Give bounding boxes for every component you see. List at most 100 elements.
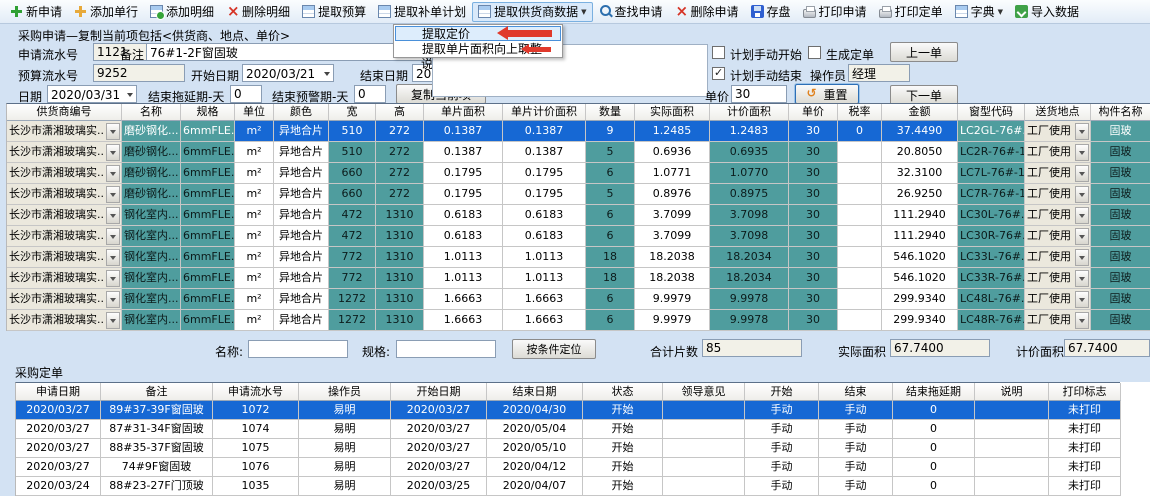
cell[interactable]: 2020/05/10 xyxy=(487,439,583,458)
cell[interactable]: LC33R-76#... xyxy=(958,268,1025,289)
cell[interactable]: 1310 xyxy=(376,247,424,268)
cell[interactable]: 手动 xyxy=(819,477,893,496)
cell[interactable]: 9 xyxy=(586,121,635,142)
cell[interactable]: m² xyxy=(235,142,274,163)
cell[interactable]: 易明 xyxy=(299,439,391,458)
cell[interactable]: 长沙市潇湘玻璃实... xyxy=(7,184,122,205)
cell[interactable]: 30 xyxy=(789,226,838,247)
cell[interactable]: m² xyxy=(235,268,274,289)
cell[interactable]: 固玻 xyxy=(1091,310,1150,331)
filter-spec-input[interactable] xyxy=(396,340,496,358)
toolbar-new-application[interactable]: 新申请 xyxy=(4,2,68,22)
column-header[interactable]: 操作员 xyxy=(299,383,391,401)
cell[interactable]: 272 xyxy=(376,184,424,205)
cell[interactable]: 18.2034 xyxy=(710,268,789,289)
cell[interactable]: 2020/03/27 xyxy=(16,439,101,458)
cell[interactable]: 长沙市潇湘玻璃实... xyxy=(7,205,122,226)
cell[interactable]: 272 xyxy=(376,163,424,184)
chevron-down-icon[interactable] xyxy=(1075,165,1089,182)
cell[interactable]: 2020/03/25 xyxy=(391,477,487,496)
column-header[interactable]: 数量 xyxy=(586,104,635,121)
cell[interactable]: 钢化室内... xyxy=(122,226,181,247)
cell[interactable]: 0.1795 xyxy=(424,163,503,184)
cell[interactable]: 30 xyxy=(789,205,838,226)
cell[interactable] xyxy=(663,439,745,458)
toolbar-find-application[interactable]: 查找申请 xyxy=(593,2,669,22)
generate-order-checkbox[interactable] xyxy=(808,46,821,59)
cell[interactable]: 未打印 xyxy=(1049,458,1121,477)
column-header[interactable]: 供货商编号 xyxy=(7,104,122,121)
cell[interactable]: 0.8975 xyxy=(710,184,789,205)
cell[interactable]: 18.2034 xyxy=(710,247,789,268)
cell[interactable]: 2020/03/27 xyxy=(16,401,101,420)
cell[interactable]: 固玻 xyxy=(1091,226,1150,247)
cell[interactable]: 0.1795 xyxy=(424,184,503,205)
cell[interactable]: m² xyxy=(235,289,274,310)
chevron-down-icon[interactable] xyxy=(1075,144,1089,161)
cell[interactable] xyxy=(975,458,1049,477)
column-header[interactable]: 颜色 xyxy=(274,104,329,121)
cell[interactable]: 6mmFLE... xyxy=(181,205,235,226)
chevron-down-icon[interactable] xyxy=(106,123,120,140)
cell[interactable]: 工厂使用 xyxy=(1025,268,1091,289)
column-header[interactable]: 结束拖延期 xyxy=(893,383,975,401)
cell[interactable]: m² xyxy=(235,310,274,331)
cell[interactable]: 固玻 xyxy=(1091,247,1150,268)
cell[interactable]: 1.0770 xyxy=(710,163,789,184)
column-header[interactable]: 结束日期 xyxy=(487,383,583,401)
cell[interactable]: 9.9979 xyxy=(635,310,710,331)
cell[interactable]: 手动 xyxy=(819,439,893,458)
cell[interactable]: 手动 xyxy=(745,458,819,477)
column-header[interactable]: 说明 xyxy=(975,383,1049,401)
chevron-down-icon[interactable] xyxy=(1075,186,1089,203)
cell[interactable]: 0 xyxy=(893,477,975,496)
cell[interactable]: 0.1387 xyxy=(424,142,503,163)
toolbar-extract-supplement-plan[interactable]: 提取补单计划 xyxy=(372,2,472,22)
toolbar-save[interactable]: 存盘 xyxy=(745,2,797,22)
cell[interactable]: 异地合片 xyxy=(274,247,329,268)
cell[interactable]: 510 xyxy=(329,142,376,163)
cell[interactable]: LC2GL-76#... xyxy=(958,121,1025,142)
cell[interactable]: 固玻 xyxy=(1091,121,1150,142)
cell[interactable]: 手动 xyxy=(819,458,893,477)
chevron-down-icon[interactable] xyxy=(106,144,120,161)
toolbar-import-data[interactable]: 导入数据 xyxy=(1009,2,1085,22)
cell[interactable] xyxy=(663,420,745,439)
column-header[interactable]: 名称 xyxy=(122,104,181,121)
cell[interactable]: 660 xyxy=(329,163,376,184)
cell[interactable]: 开始 xyxy=(583,477,663,496)
cell[interactable]: 1.6663 xyxy=(503,289,586,310)
cell[interactable]: 钢化室内... xyxy=(122,205,181,226)
cell[interactable]: 手动 xyxy=(819,420,893,439)
cell[interactable]: 易明 xyxy=(299,477,391,496)
cell[interactable]: LC30R-76#... xyxy=(958,226,1025,247)
cell[interactable]: 固玻 xyxy=(1091,268,1150,289)
cell[interactable]: 工厂使用 xyxy=(1025,142,1091,163)
cell[interactable]: 长沙市潇湘玻璃实... xyxy=(7,268,122,289)
cell[interactable]: 32.3100 xyxy=(882,163,958,184)
cell[interactable]: 6mmFLE... xyxy=(181,226,235,247)
column-header[interactable]: 高 xyxy=(376,104,424,121)
column-header[interactable]: 开始 xyxy=(745,383,819,401)
cell[interactable]: 0.6183 xyxy=(503,226,586,247)
cell[interactable]: 5 xyxy=(586,184,635,205)
cell[interactable]: 1035 xyxy=(213,477,299,496)
operator-field[interactable] xyxy=(848,64,910,82)
cell[interactable]: 772 xyxy=(329,268,376,289)
cell[interactable]: 1310 xyxy=(376,226,424,247)
toolbar-add-detail[interactable]: 添加明细 xyxy=(144,2,220,22)
cell[interactable]: 18.2038 xyxy=(635,268,710,289)
chevron-down-icon[interactable] xyxy=(106,228,120,245)
cell[interactable]: 18 xyxy=(586,268,635,289)
cell[interactable]: 易明 xyxy=(299,401,391,420)
cell[interactable]: 299.9340 xyxy=(882,310,958,331)
cell[interactable]: LC7L-76#-1FO xyxy=(958,163,1025,184)
locate-by-condition-button[interactable]: 按条件定位 xyxy=(512,339,596,359)
cell[interactable]: 工厂使用 xyxy=(1025,247,1091,268)
column-header[interactable]: 规格 xyxy=(181,104,235,121)
cell[interactable]: 0 xyxy=(893,439,975,458)
cell[interactable]: 0.6936 xyxy=(635,142,710,163)
cell[interactable]: 手动 xyxy=(745,420,819,439)
cell[interactable]: 1.0113 xyxy=(424,247,503,268)
cell[interactable]: 固玻 xyxy=(1091,289,1150,310)
